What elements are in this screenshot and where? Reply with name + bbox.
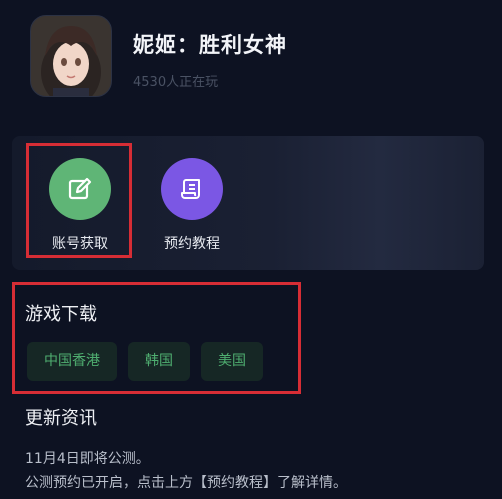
players-count: 4530人正在玩 <box>133 75 219 90</box>
highlight-box-download <box>12 282 301 394</box>
scroll-icon <box>181 179 200 199</box>
reservation-tutorial-button[interactable]: 预约教程 <box>142 158 242 253</box>
game-avatar[interactable] <box>30 15 112 97</box>
news-content: 11月4日即将公测。 公测预约已开启，点击上方【预约教程】了解详情。 <box>25 447 347 495</box>
reservation-tutorial-circle[interactable] <box>161 158 223 220</box>
news-line: 公测预约已开启，点击上方【预约教程】了解详情。 <box>25 475 347 491</box>
title-block: 妮姬：胜利女神 4530人正在玩 <box>133 15 287 97</box>
news-heading: 更新资讯 <box>25 408 97 429</box>
reservation-tutorial-label: 预约教程 <box>164 236 220 252</box>
highlight-box-account <box>26 143 132 258</box>
news-line: 11月4日即将公测。 <box>25 451 150 467</box>
game-title: 妮姬：胜利女神 <box>133 33 287 57</box>
game-header: 妮姬：胜利女神 4530人正在玩 <box>30 15 287 97</box>
